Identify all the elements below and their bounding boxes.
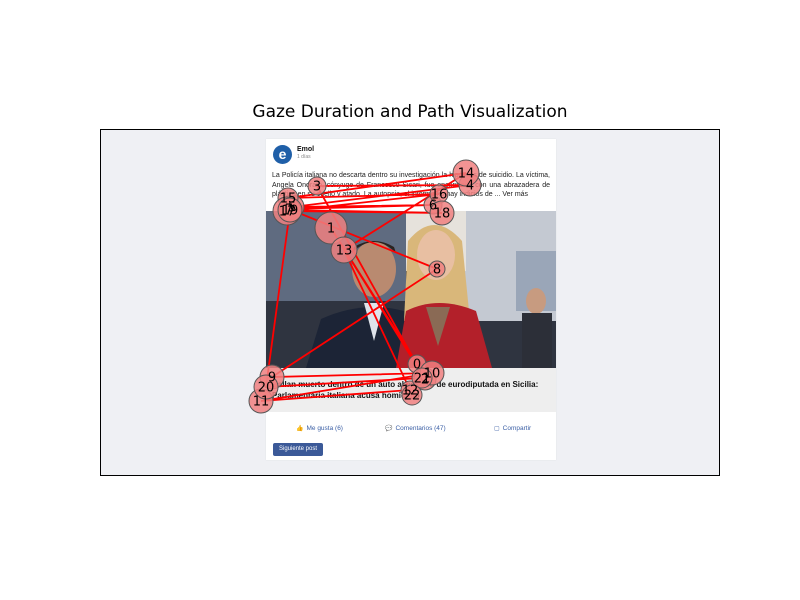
fixation-label: 8 — [433, 263, 441, 278]
fixation-label: 13 — [336, 244, 353, 259]
fixation-label: 0 — [413, 358, 421, 373]
gaze-overlay: 0123 45 6789 101112131415 1617 1819202122 — [248, 159, 482, 414]
fixation-label: 16 — [431, 188, 448, 203]
fixation-label: 14 — [458, 167, 475, 182]
fixation-label: 11 — [253, 395, 270, 410]
fixation-label: 21 — [414, 372, 431, 387]
fixation-label: 3 — [313, 180, 321, 195]
fixation-label: 1 — [327, 222, 335, 237]
fixation-label: 18 — [434, 207, 451, 222]
fixation-label: 19 — [282, 204, 299, 219]
chart-title: Gaze Duration and Path Visualization — [252, 102, 568, 122]
fixation-label: 22 — [404, 389, 421, 404]
fixation-label: 20 — [258, 381, 275, 396]
plot-area: e Emol 1 días La Policía italiana no des… — [100, 129, 720, 476]
